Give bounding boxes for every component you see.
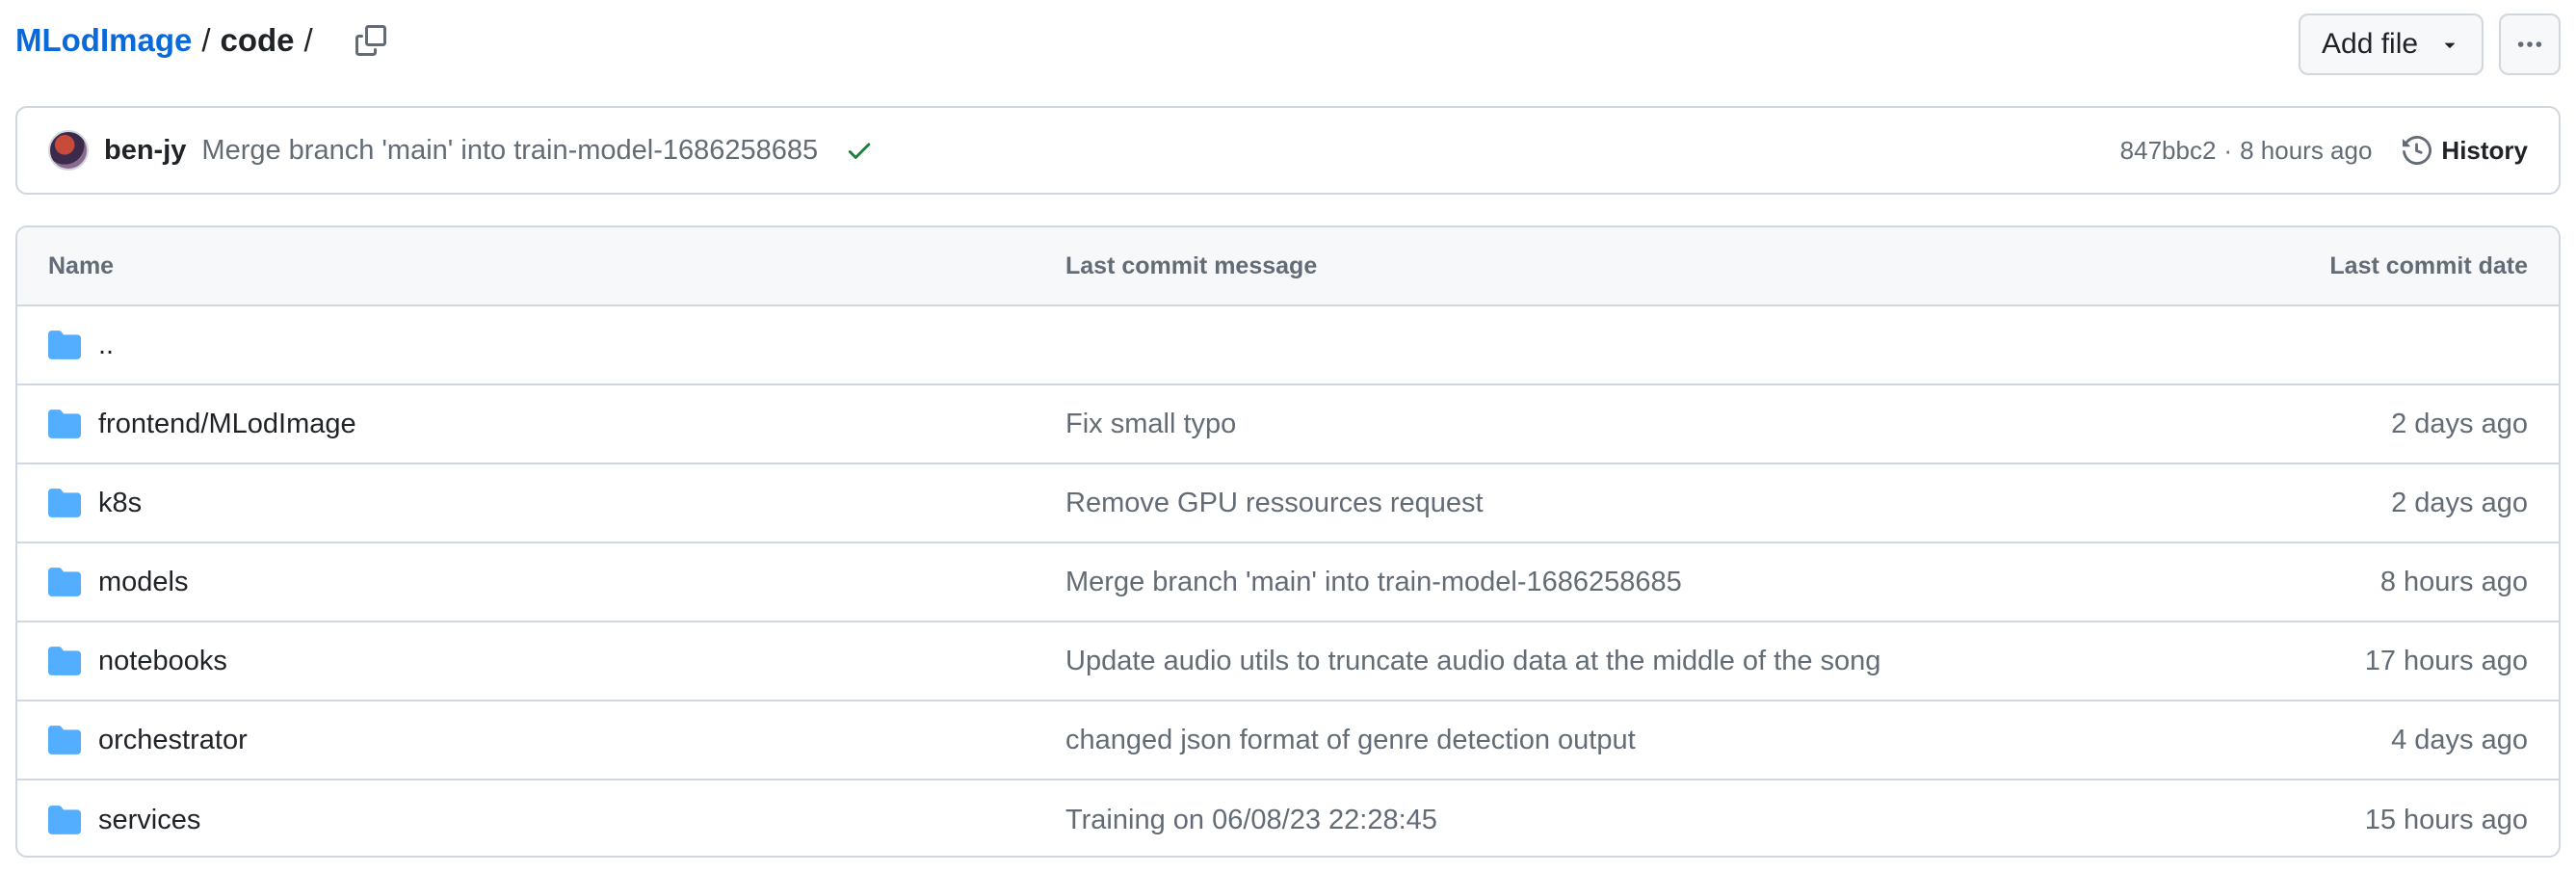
commit-sha-link[interactable]: 847bbc2 bbox=[2120, 136, 2217, 166]
file-table: Name Last commit message Last commit dat… bbox=[15, 225, 2561, 858]
name-cell: frontend/MLodImage bbox=[48, 409, 356, 440]
breadcrumb-current-folder: code bbox=[220, 22, 295, 58]
check-status[interactable] bbox=[845, 136, 874, 165]
latest-commit-bar: ben-jy Merge branch 'main' into train-mo… bbox=[15, 106, 2561, 195]
triangle-down-icon bbox=[2444, 42, 2456, 48]
folder-link[interactable]: frontend/MLodImage bbox=[98, 409, 356, 440]
breadcrumb-repo-link[interactable]: MLodImage bbox=[15, 19, 192, 62]
folder-link[interactable]: models bbox=[98, 567, 189, 598]
parent-directory-link[interactable]: .. bbox=[98, 330, 114, 361]
folder-link[interactable]: services bbox=[98, 805, 200, 836]
commit-date-cell: 15 hours ago bbox=[2364, 804, 2528, 835]
column-header-message: Last commit message bbox=[1065, 251, 1318, 279]
commit-message-cell[interactable]: Remove GPU ressources request bbox=[1065, 488, 1484, 519]
commit-meta-separator: · bbox=[2223, 135, 2233, 165]
commit-message-link[interactable]: Merge branch 'main' into train-model-168… bbox=[201, 135, 818, 167]
table-row[interactable]: k8s Remove GPU ressources request 2 days… bbox=[17, 464, 2559, 543]
name-cell: k8s bbox=[48, 488, 142, 519]
folder-icon bbox=[48, 410, 81, 438]
repo-directory-page: MLodImage / code / Add file ben-jy Merge… bbox=[0, 0, 2576, 873]
commit-date-cell: 2 days ago bbox=[2391, 408, 2528, 439]
history-label: History bbox=[2441, 135, 2528, 165]
commit-date-cell: 17 hours ago bbox=[2364, 645, 2528, 676]
name-cell: .. bbox=[48, 330, 114, 361]
commit-author-link[interactable]: ben-jy bbox=[104, 135, 186, 167]
folder-link[interactable]: orchestrator bbox=[98, 725, 248, 756]
commit-message-cell[interactable]: Update audio utils to truncate audio dat… bbox=[1065, 646, 1880, 677]
name-cell: services bbox=[48, 805, 200, 836]
folder-icon bbox=[48, 806, 81, 834]
breadcrumb: MLodImage / code / bbox=[15, 19, 392, 62]
table-header: Name Last commit message Last commit dat… bbox=[17, 227, 2559, 306]
folder-icon bbox=[48, 647, 81, 675]
name-cell: models bbox=[48, 567, 189, 598]
page-header: MLodImage / code / Add file bbox=[0, 0, 2576, 89]
breadcrumb-separator: / bbox=[201, 22, 211, 58]
column-header-name: Name bbox=[48, 251, 115, 279]
table-row[interactable]: frontend/MLodImage Fix small typo 2 days… bbox=[17, 385, 2559, 464]
commit-meta: 847bbc2 · 8 hours ago History bbox=[2120, 136, 2528, 166]
copy-icon bbox=[355, 25, 386, 56]
table-row[interactable]: models Merge branch 'main' into train-mo… bbox=[17, 543, 2559, 622]
folder-icon bbox=[48, 489, 81, 517]
folder-link[interactable]: k8s bbox=[98, 488, 142, 519]
name-cell: orchestrator bbox=[48, 725, 248, 756]
avatar[interactable] bbox=[48, 130, 89, 171]
copy-path-button[interactable] bbox=[350, 19, 392, 62]
check-icon bbox=[848, 143, 871, 159]
add-file-button[interactable]: Add file bbox=[2299, 13, 2484, 75]
commit-date-cell: 4 days ago bbox=[2391, 724, 2528, 755]
history-button[interactable]: History bbox=[2403, 136, 2528, 166]
folder-icon bbox=[48, 726, 81, 754]
commit-date-cell: 2 days ago bbox=[2391, 487, 2528, 518]
kebab-horizontal-icon bbox=[2517, 41, 2542, 47]
table-row[interactable]: services Training on 06/08/23 22:28:45 1… bbox=[17, 780, 2559, 856]
more-options-button[interactable] bbox=[2499, 13, 2561, 75]
folder-icon bbox=[48, 568, 81, 596]
commit-time: 8 hours ago bbox=[2240, 135, 2373, 165]
column-header-date: Last commit date bbox=[2329, 251, 2528, 279]
table-row[interactable]: .. bbox=[17, 306, 2559, 385]
commit-message-cell[interactable]: Fix small typo bbox=[1065, 409, 1236, 440]
folder-link[interactable]: notebooks bbox=[98, 646, 227, 677]
folder-icon bbox=[48, 331, 81, 359]
commit-message-cell[interactable]: Merge branch 'main' into train-model-168… bbox=[1065, 567, 1682, 598]
breadcrumb-separator: / bbox=[303, 22, 313, 58]
commit-date-cell: 8 hours ago bbox=[2379, 566, 2528, 597]
table-row[interactable]: orchestrator changed json format of genr… bbox=[17, 701, 2559, 780]
name-cell: notebooks bbox=[48, 646, 227, 677]
table-row[interactable]: notebooks Update audio utils to truncate… bbox=[17, 622, 2559, 701]
history-icon bbox=[2403, 136, 2432, 165]
add-file-label: Add file bbox=[2322, 28, 2419, 60]
commit-message-cell[interactable]: changed json format of genre detection o… bbox=[1065, 725, 1636, 756]
commit-message-cell[interactable]: Training on 06/08/23 22:28:45 bbox=[1065, 805, 1437, 836]
header-actions: Add file bbox=[2299, 13, 2561, 75]
